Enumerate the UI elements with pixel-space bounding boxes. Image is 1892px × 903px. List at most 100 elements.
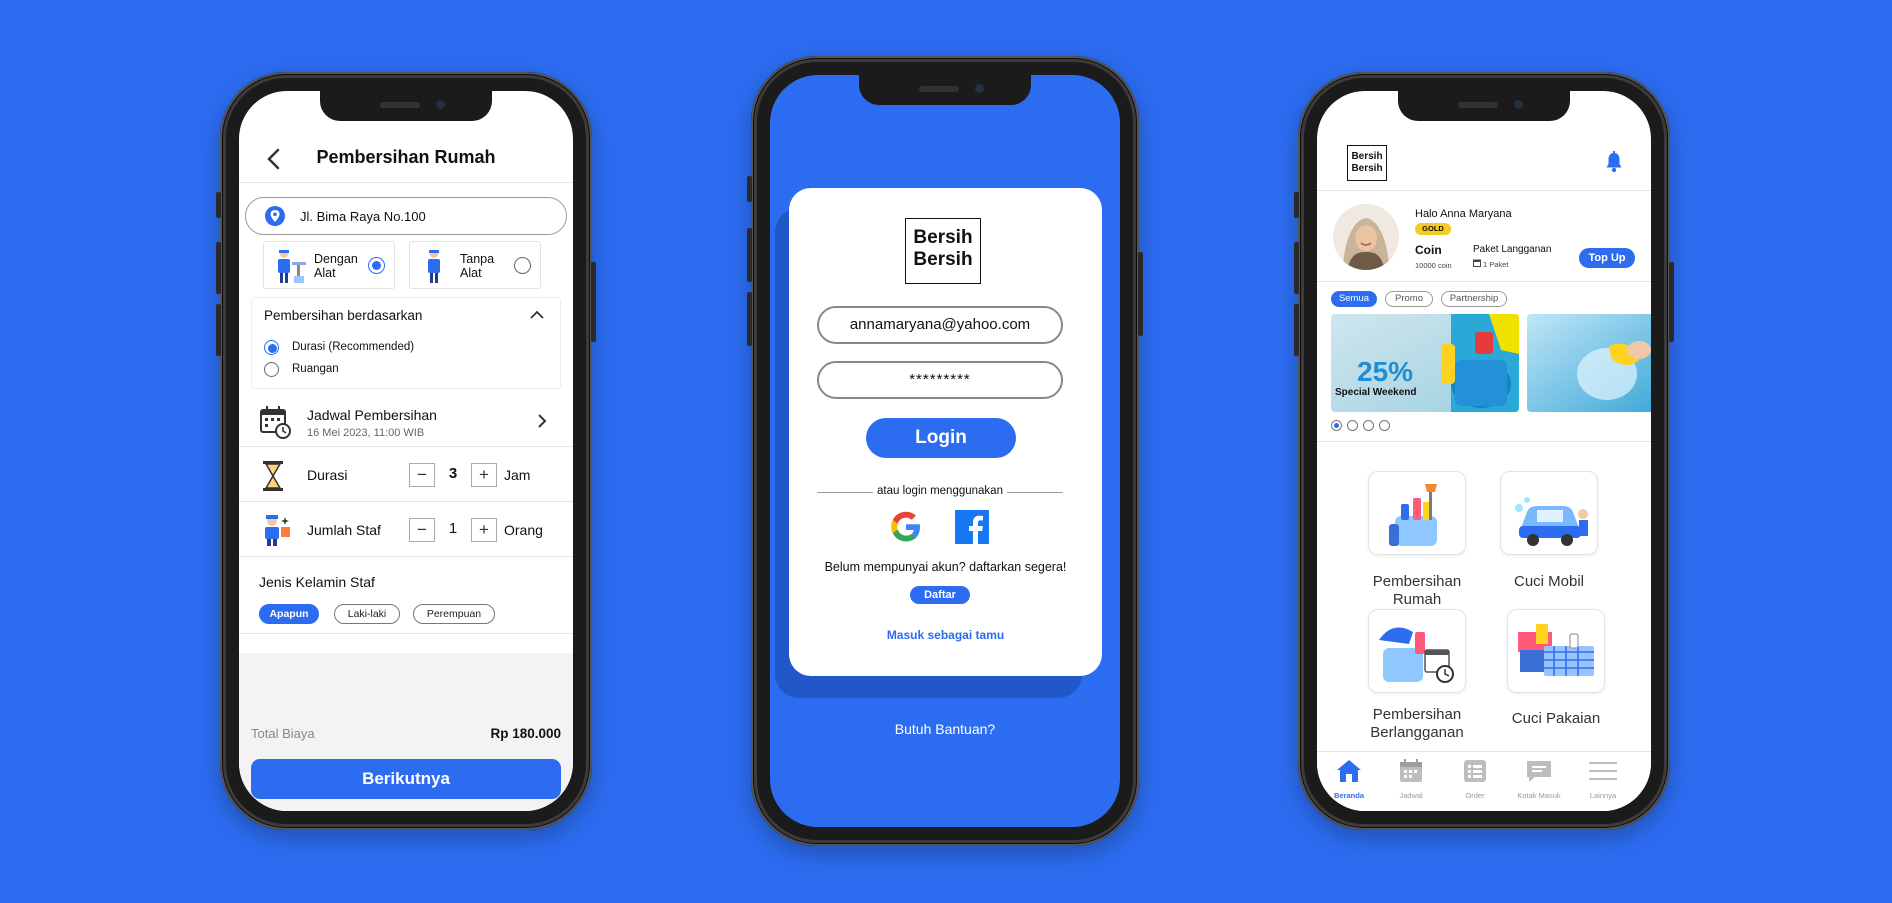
brand-logo-line2: Bersih [913, 248, 973, 270]
help-link[interactable]: Butuh Bantuan? [770, 721, 1120, 737]
volume-up-button [747, 228, 752, 282]
page-title: Pembersihan Rumah [316, 147, 496, 167]
option-with-tools-radio[interactable] [368, 257, 385, 274]
package-value: 1 Paket [1483, 260, 1509, 269]
gender-label: Jenis Kelamin Staf [259, 574, 375, 590]
nav-inbox-label: Kotak Masuk [1517, 791, 1561, 800]
promo-banner-next-image [1527, 314, 1651, 412]
phone-detail: Pembersihan Rumah Jl. Bima Raya No.100 D… [216, 72, 596, 830]
mute-switch [747, 176, 752, 202]
next-button[interactable]: Berikutnya [251, 759, 561, 799]
phone-login: Bersih Bersih annamaryana@yahoo.com ****… [747, 56, 1143, 846]
staff-value: 1 [448, 520, 458, 537]
option-without-tools-radio[interactable] [514, 257, 531, 274]
option-without-tools[interactable]: Tanpa Alat [409, 241, 541, 289]
nav-more[interactable]: Lainnya [1575, 758, 1631, 800]
email-field[interactable]: annamaryana@yahoo.com [817, 306, 1063, 344]
promo-banner-next[interactable] [1527, 314, 1651, 412]
top-up-button[interactable]: Top Up [1579, 248, 1635, 268]
filter-chip-all[interactable]: Semua [1331, 291, 1377, 307]
register-button[interactable]: Daftar [910, 586, 970, 604]
service-car-wash[interactable] [1500, 471, 1598, 555]
staff-label: Jumlah Staf [307, 522, 381, 538]
address-field[interactable]: Jl. Bima Raya No.100 [245, 197, 567, 235]
basis-room-label: Ruangan [292, 363, 339, 375]
nav-home[interactable]: Beranda [1321, 758, 1377, 800]
carousel-dot-1[interactable] [1331, 420, 1342, 431]
staff-plus-button[interactable]: + [471, 518, 497, 542]
nav-order[interactable]: Order [1447, 758, 1503, 800]
filter-chip-partnership[interactable]: Partnership [1441, 291, 1507, 307]
gender-chip-male[interactable]: Laki-laki [334, 604, 400, 624]
staff-unit: Orang [504, 522, 543, 538]
home-icon [1337, 760, 1361, 782]
promo-percent: 25% [1357, 356, 1414, 387]
login-card: Bersih Bersih annamaryana@yahoo.com ****… [789, 188, 1102, 676]
chevron-right-icon[interactable] [537, 413, 547, 429]
order-icon [1464, 760, 1486, 782]
volume-down-button [216, 304, 221, 356]
phone-home: Bersih Bersih Halo Anna Maryana GOLD Coi… [1294, 72, 1674, 830]
basis-duration-radio[interactable] [264, 340, 279, 355]
volume-up-button [1294, 242, 1299, 294]
cleaning-basis-panel: Pembersihan berdasarkan Durasi (Recommen… [251, 297, 561, 389]
greeting: Halo Anna Maryana [1415, 208, 1512, 220]
gender-chip-any[interactable]: Apapun [259, 604, 319, 624]
schedule-label: Jadwal Pembersihan [307, 407, 437, 423]
total-cost-value: Rp 180.000 [490, 726, 561, 741]
chevron-up-icon[interactable] [530, 310, 544, 320]
service-house-cleaning[interactable] [1368, 471, 1466, 555]
divider-line-right [1007, 492, 1063, 493]
avatar[interactable] [1333, 204, 1399, 270]
schedule-value: 16 Mei 2023, 11:00 WIB [307, 427, 425, 439]
filter-chip-promo[interactable]: Promo [1385, 291, 1433, 307]
subscription-cleaning-icon [1379, 627, 1454, 683]
staff-minus-button[interactable]: − [409, 518, 435, 542]
duration-stepper: − 3 + [409, 463, 497, 487]
gender-chip-female[interactable]: Perempuan [413, 604, 495, 624]
mute-switch [1294, 192, 1299, 218]
duration-unit: Jam [504, 467, 531, 483]
option-with-tools[interactable]: Dengan Alat [263, 241, 395, 289]
nav-schedule[interactable]: Jadwal [1383, 758, 1439, 800]
carousel-dot-2[interactable] [1347, 420, 1358, 431]
notification-bell-icon[interactable] [1605, 151, 1623, 173]
schedule-row[interactable]: Jadwal Pembersihan 16 Mei 2023, 11:00 WI… [239, 395, 573, 447]
profile-card: Halo Anna Maryana GOLD Coin 10000 coin P… [1317, 192, 1651, 282]
section-divider [1317, 441, 1651, 442]
nav-inbox[interactable]: Kotak Masuk [1511, 758, 1567, 800]
volume-down-button [747, 292, 752, 346]
avatar-portrait [1333, 204, 1399, 270]
guest-login-link[interactable]: Masuk sebagai tamu [789, 628, 1102, 642]
staff-worker-icon [265, 515, 290, 546]
promo-banner[interactable]: 25% Special Weekend [1331, 314, 1519, 412]
brand-logo-line1: Bersih [913, 227, 973, 248]
password-field[interactable]: ********* [817, 361, 1063, 399]
login-button[interactable]: Login [866, 418, 1016, 458]
volume-up-button [216, 242, 221, 294]
notch [320, 91, 492, 121]
divider-text: atau login menggunakan [877, 485, 1003, 497]
detail-header: Pembersihan Rumah [239, 135, 573, 183]
coin-value: 10000 coin [1415, 261, 1452, 270]
promo-caption: Special Weekend [1335, 387, 1417, 398]
calendar-clock-icon [260, 406, 291, 439]
google-icon[interactable] [889, 510, 923, 544]
menu-icon [1589, 762, 1617, 780]
service-subscription-cleaning[interactable] [1368, 609, 1466, 693]
service-house-cleaning-label: Pembersihan Rumah [1372, 573, 1462, 608]
duration-label: Durasi [307, 467, 348, 483]
nav-order-label: Order [1465, 791, 1485, 800]
brand-logo-line2: Bersih [1351, 162, 1383, 174]
carousel-dot-4[interactable] [1379, 420, 1390, 431]
notch [1398, 91, 1570, 121]
location-pin-icon [265, 206, 285, 226]
facebook-icon[interactable] [955, 510, 989, 544]
duration-plus-button[interactable]: + [471, 463, 497, 487]
basis-room-radio[interactable] [264, 362, 279, 377]
duration-minus-button[interactable]: − [409, 463, 435, 487]
service-laundry[interactable] [1507, 609, 1605, 693]
option-without-tools-label: Tanpa Alat [460, 252, 495, 280]
carousel-dot-3[interactable] [1363, 420, 1374, 431]
basis-duration-label: Durasi (Recommended) [292, 341, 415, 353]
